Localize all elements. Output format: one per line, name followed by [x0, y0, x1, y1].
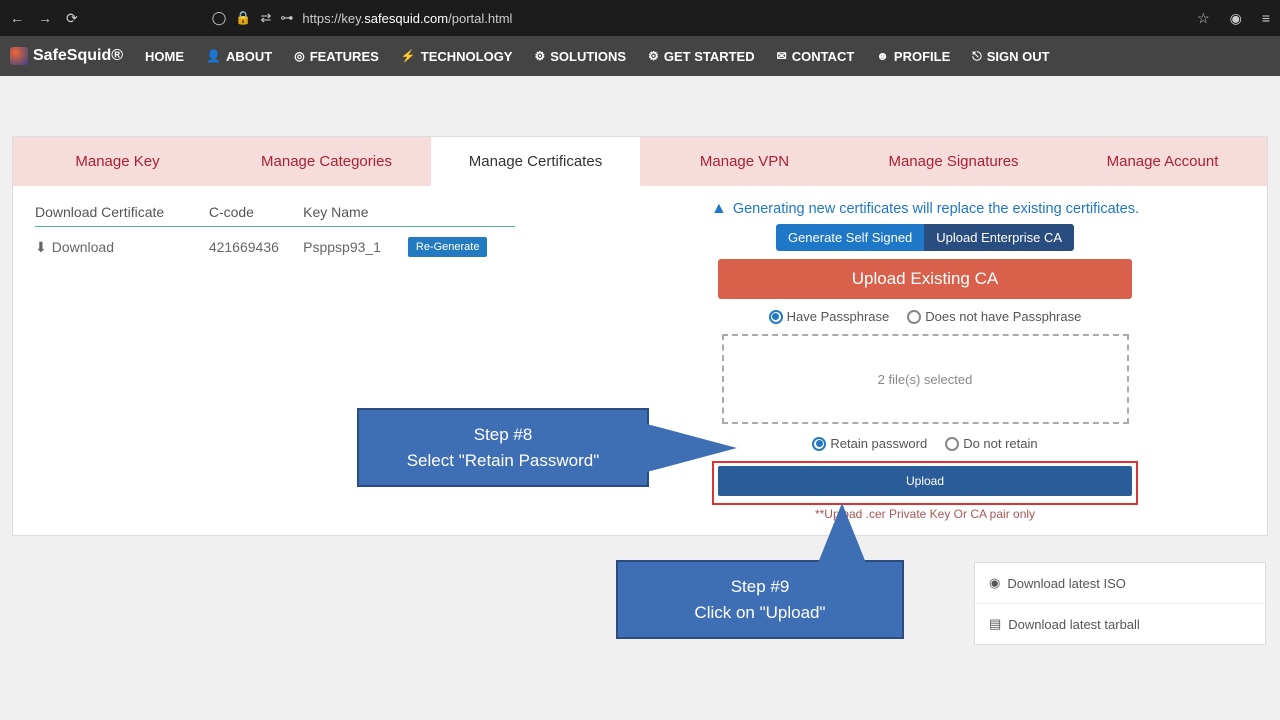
- radio-unchecked-icon: [907, 310, 921, 324]
- user-icon: ☻: [876, 49, 889, 63]
- upload-existing-ca-button[interactable]: Upload Existing CA: [718, 259, 1132, 299]
- radio-unchecked-icon: [945, 437, 959, 451]
- certificate-table: Download Certificate C-code Key Name ⬇Do…: [35, 200, 515, 263]
- brand-text: SafeSquid®: [33, 47, 123, 65]
- swap-icon: ⇄: [260, 10, 271, 26]
- nav-profile[interactable]: ☻PROFILE: [876, 49, 950, 64]
- download-link[interactable]: ⬇Download: [35, 227, 209, 264]
- radio-do-not-retain[interactable]: Do not retain: [945, 436, 1037, 451]
- nav-get-started[interactable]: ⚙GET STARTED: [648, 49, 755, 64]
- star-icon[interactable]: ☆: [1197, 10, 1210, 27]
- mail-icon: ✉: [777, 49, 787, 63]
- nav-technology[interactable]: ⚡TECHNOLOGY: [401, 49, 513, 64]
- download-iso-link[interactable]: ◉Download latest ISO: [975, 563, 1265, 604]
- nav-home[interactable]: HOME: [145, 49, 184, 64]
- tab-manage-key[interactable]: Manage Key: [13, 137, 222, 186]
- radio-no-passphrase[interactable]: Does not have Passphrase: [907, 309, 1081, 324]
- bolt-icon: ⚡: [401, 49, 416, 63]
- url-text: https://key.safesquid.com/portal.html: [302, 11, 512, 26]
- regenerate-button[interactable]: Re-Generate: [408, 237, 488, 257]
- tab-manage-vpn[interactable]: Manage VPN: [640, 137, 849, 186]
- main-nav: SafeSquid® HOME 👤ABOUT ◎FEATURES ⚡TECHNO…: [0, 36, 1280, 76]
- radio-have-passphrase[interactable]: Have Passphrase: [769, 309, 890, 324]
- callout-arrow-up-icon: [818, 503, 866, 563]
- download-box: ◉Download latest ISO ▤Download latest ta…: [974, 562, 1266, 645]
- reload-icon[interactable]: ⟳: [66, 10, 78, 27]
- table-row: ⬇Download 421669436 Psppsp93_1 Re-Genera…: [35, 227, 515, 264]
- col-keyname: Key Name: [303, 200, 408, 227]
- upload-button[interactable]: Upload: [718, 466, 1132, 496]
- nav-solutions[interactable]: ⚙SOLUTIONS: [534, 49, 626, 64]
- disc-icon: ◉: [989, 575, 1000, 591]
- nav-features[interactable]: ◎FEATURES: [294, 49, 379, 64]
- callout-arrow-right-icon: [647, 424, 737, 472]
- file-drop-zone[interactable]: 2 file(s) selected: [722, 334, 1129, 424]
- shield-icon: ◯: [212, 10, 227, 26]
- lock-icon: 🔒: [235, 10, 251, 26]
- person-icon: 👤: [206, 49, 221, 63]
- tab-manage-certificates[interactable]: Manage Certificates: [431, 137, 640, 186]
- nav-contact[interactable]: ✉CONTACT: [777, 49, 855, 64]
- brand-logo-icon: [10, 47, 28, 65]
- warning-icon: ▲: [711, 200, 727, 218]
- target-icon: ◎: [294, 49, 304, 63]
- radio-checked-icon: [769, 310, 783, 324]
- upload-highlight: Upload: [712, 461, 1138, 505]
- files-selected-text: 2 file(s) selected: [878, 372, 973, 387]
- forward-icon[interactable]: →: [38, 10, 52, 26]
- key-icon: ⊶: [280, 10, 293, 26]
- col-download-cert: Download Certificate: [35, 200, 209, 227]
- radio-retain-password[interactable]: Retain password: [812, 436, 927, 451]
- upload-area: ▲ Generating new certificates will repla…: [605, 200, 1245, 521]
- callout-step-9: Step #9 Click on "Upload": [616, 560, 904, 639]
- nav-about[interactable]: 👤ABOUT: [206, 49, 272, 64]
- tab-manage-signatures[interactable]: Manage Signatures: [849, 137, 1058, 186]
- warning-text: ▲ Generating new certificates will repla…: [605, 200, 1245, 218]
- keyname-value: Psppsp93_1: [303, 227, 408, 264]
- gears-icon: ⚙: [534, 49, 545, 63]
- generate-self-signed-button[interactable]: Generate Self Signed: [776, 224, 924, 251]
- upload-enterprise-ca-button[interactable]: Upload Enterprise CA: [924, 224, 1074, 251]
- account-icon[interactable]: ◉: [1230, 10, 1242, 27]
- gear-icon: ⚙: [648, 49, 659, 63]
- signout-icon: ⎋: [972, 49, 982, 64]
- radio-checked-icon: [812, 437, 826, 451]
- download-icon: ⬇: [35, 239, 47, 255]
- brand[interactable]: SafeSquid®: [10, 47, 123, 65]
- tab-bar: Manage Key Manage Categories Manage Cert…: [13, 137, 1267, 186]
- url-bar[interactable]: ◯ 🔒 ⇄ ⊶ https://key.safesquid.com/portal…: [212, 10, 513, 26]
- tab-manage-categories[interactable]: Manage Categories: [222, 137, 431, 186]
- callout-step-8: Step #8 Select "Retain Password": [357, 408, 649, 487]
- nav-sign-out[interactable]: ⎋SIGN OUT: [972, 49, 1049, 64]
- browser-toolbar: ← → ⟳ ◯ 🔒 ⇄ ⊶ https://key.safesquid.com/…: [0, 0, 1280, 36]
- back-icon[interactable]: ←: [10, 10, 24, 26]
- col-ccode: C-code: [209, 200, 303, 227]
- menu-icon[interactable]: ≡: [1262, 10, 1270, 26]
- tab-manage-account[interactable]: Manage Account: [1058, 137, 1267, 186]
- ccode-value: 421669436: [209, 227, 303, 264]
- file-icon: ▤: [989, 616, 1001, 632]
- upload-note: **Upload .cer Private Key Or CA pair onl…: [605, 507, 1245, 521]
- download-tarball-link[interactable]: ▤Download latest tarball: [975, 604, 1265, 644]
